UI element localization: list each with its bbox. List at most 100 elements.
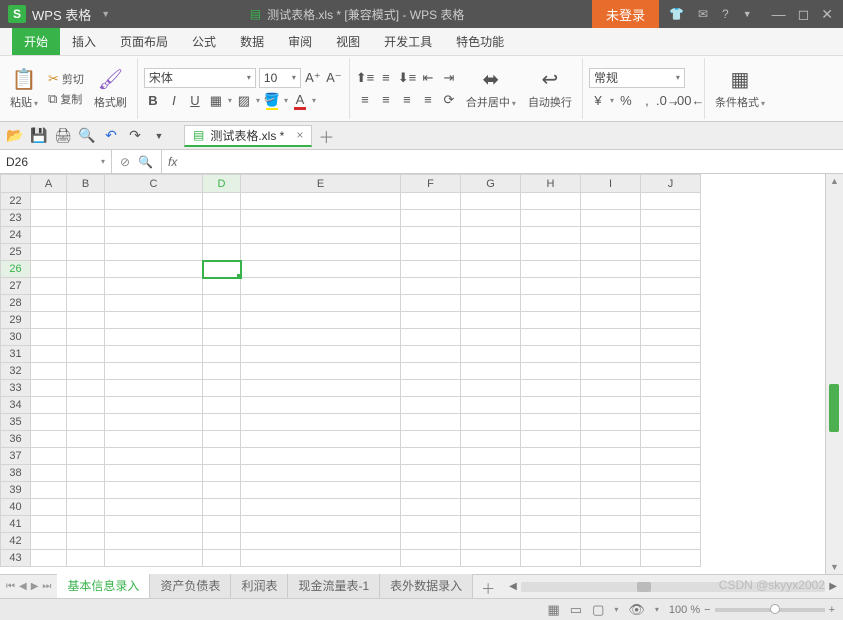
cell[interactable] — [31, 244, 67, 261]
cell[interactable] — [31, 380, 67, 397]
row-header[interactable]: 30 — [1, 329, 31, 346]
formula-input[interactable] — [183, 150, 843, 173]
justify-button[interactable]: ≡ — [419, 91, 437, 109]
cell[interactable] — [521, 227, 581, 244]
cell[interactable] — [203, 227, 241, 244]
cell[interactable] — [521, 533, 581, 550]
font-size-combo[interactable]: 10▾ — [259, 68, 301, 88]
cell[interactable] — [203, 414, 241, 431]
cell[interactable] — [521, 329, 581, 346]
italic-button[interactable]: I — [165, 92, 183, 110]
cell[interactable] — [401, 210, 461, 227]
cell[interactable] — [203, 295, 241, 312]
row-header[interactable]: 36 — [1, 431, 31, 448]
cell[interactable] — [581, 210, 641, 227]
cell[interactable] — [203, 397, 241, 414]
horizontal-scrollbar[interactable]: ◀ ▶ — [503, 575, 843, 598]
cell[interactable] — [461, 244, 521, 261]
cell[interactable] — [581, 346, 641, 363]
row-header[interactable]: 22 — [1, 193, 31, 210]
cell[interactable] — [241, 448, 401, 465]
cell[interactable] — [461, 210, 521, 227]
cell[interactable] — [461, 431, 521, 448]
currency-button[interactable]: ¥ — [589, 92, 607, 110]
cell[interactable] — [105, 227, 203, 244]
cell[interactable] — [521, 261, 581, 278]
cell[interactable] — [521, 516, 581, 533]
cell[interactable] — [581, 448, 641, 465]
cell[interactable] — [203, 278, 241, 295]
cell[interactable] — [31, 448, 67, 465]
cell[interactable] — [641, 465, 701, 482]
column-header[interactable]: A — [31, 175, 67, 193]
comma-style-button[interactable]: , — [638, 92, 656, 110]
cell[interactable] — [67, 533, 105, 550]
reading-view-icon[interactable]: ▢ — [592, 602, 604, 618]
align-right-button[interactable]: ≡ — [398, 91, 416, 109]
decrease-decimal-button[interactable]: .00← — [680, 92, 698, 110]
sheet-tab[interactable]: 现金流量表-1 — [288, 573, 380, 598]
cell[interactable] — [461, 533, 521, 550]
ribbon-tab-2[interactable]: 页面布局 — [108, 28, 180, 55]
eye-view-icon[interactable]: 👁 — [628, 602, 645, 618]
cell[interactable] — [521, 244, 581, 261]
row-header[interactable]: 41 — [1, 516, 31, 533]
cell[interactable] — [31, 431, 67, 448]
cell[interactable] — [67, 329, 105, 346]
decrease-indent-button[interactable]: ⇤ — [419, 69, 437, 87]
paste-button[interactable]: 📋 粘贴▾ — [6, 65, 42, 112]
cell[interactable] — [67, 312, 105, 329]
orientation-button[interactable]: ⟳ — [440, 91, 458, 109]
cell[interactable] — [203, 550, 241, 567]
cell[interactable] — [105, 516, 203, 533]
cell[interactable] — [31, 499, 67, 516]
ribbon-tab-6[interactable]: 视图 — [324, 28, 372, 55]
column-header[interactable]: I — [581, 175, 641, 193]
borders-button[interactable]: ▦ — [207, 92, 225, 110]
cell[interactable] — [461, 414, 521, 431]
cell[interactable] — [31, 193, 67, 210]
cell[interactable] — [203, 448, 241, 465]
cell[interactable] — [641, 448, 701, 465]
cell[interactable] — [581, 397, 641, 414]
help-icon[interactable]: ? — [722, 7, 729, 21]
cell[interactable] — [67, 414, 105, 431]
select-all-corner[interactable] — [1, 175, 31, 193]
cell[interactable] — [521, 193, 581, 210]
cell[interactable] — [521, 550, 581, 567]
cell[interactable] — [521, 397, 581, 414]
cell[interactable] — [31, 465, 67, 482]
cell[interactable] — [31, 278, 67, 295]
cell[interactable] — [241, 465, 401, 482]
cell[interactable] — [581, 380, 641, 397]
cell[interactable] — [105, 465, 203, 482]
cell[interactable] — [521, 312, 581, 329]
cell[interactable] — [641, 533, 701, 550]
cell[interactable] — [241, 363, 401, 380]
ribbon-tab-3[interactable]: 公式 — [180, 28, 228, 55]
page-layout-view-icon[interactable]: ▭ — [570, 602, 582, 618]
cell[interactable] — [401, 278, 461, 295]
ribbon-tab-5[interactable]: 审阅 — [276, 28, 324, 55]
cell[interactable] — [641, 227, 701, 244]
cell[interactable] — [203, 261, 241, 278]
cell[interactable] — [31, 210, 67, 227]
cell[interactable] — [401, 516, 461, 533]
cell[interactable] — [581, 329, 641, 346]
cell[interactable] — [521, 465, 581, 482]
cell[interactable] — [105, 499, 203, 516]
cell[interactable] — [461, 295, 521, 312]
maximize-button[interactable]: ◻ — [798, 6, 810, 23]
cell[interactable] — [67, 278, 105, 295]
cell[interactable] — [461, 380, 521, 397]
undo-icon[interactable]: ↶ — [102, 127, 120, 144]
cell[interactable] — [401, 312, 461, 329]
cell[interactable] — [67, 397, 105, 414]
spreadsheet-grid[interactable]: ABCDEFGHIJ 22232425262728293031323334353… — [0, 174, 701, 567]
row-header[interactable]: 27 — [1, 278, 31, 295]
cell[interactable] — [401, 346, 461, 363]
column-header[interactable]: F — [401, 175, 461, 193]
fill-color-button[interactable]: 🪣 — [263, 92, 281, 110]
column-header[interactable]: J — [641, 175, 701, 193]
cell[interactable] — [31, 516, 67, 533]
